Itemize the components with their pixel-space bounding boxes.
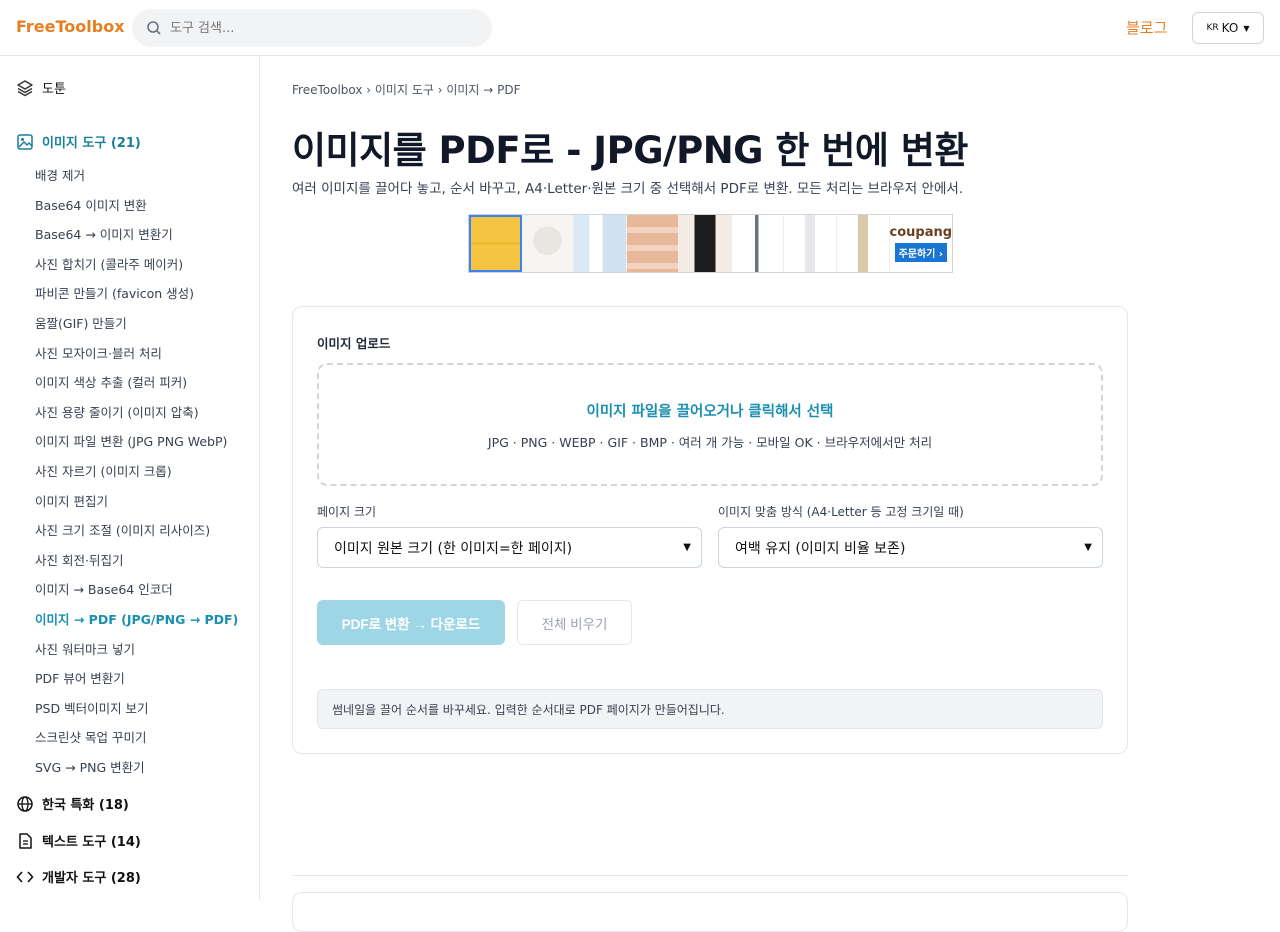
language-label: KO — [1221, 21, 1239, 35]
image-tools-list: 배경 제거 Base64 이미지 변환 Base64 → 이미지 변환기 사진 … — [35, 161, 238, 782]
ad-product-image[interactable] — [784, 215, 837, 272]
breadcrumb[interactable]: FreeToolbox › 이미지 도구 › 이미지 → PDF — [292, 81, 521, 98]
page-size-select[interactable]: 이미지 원본 크기 (한 이미지=한 페이지) ▼ — [317, 527, 702, 568]
search-input[interactable] — [170, 20, 470, 36]
document-icon — [19, 832, 32, 849]
ad-product-image[interactable] — [469, 215, 522, 272]
ad-product-image[interactable] — [521, 215, 575, 272]
search-box[interactable] — [132, 9, 492, 47]
next-section-card — [292, 892, 1128, 932]
sidebar-item-convert[interactable]: 이미지 파일 변환 (JPG PNG WebP) — [35, 427, 238, 457]
page-size-value: 이미지 원본 크기 (한 이미지=한 페이지) — [334, 540, 573, 557]
section-divider — [292, 875, 1128, 876]
upload-dropzone[interactable]: 이미지 파일을 끌어오거나 클릭해서 선택 JPG · PNG · WEBP ·… — [317, 363, 1103, 486]
fit-mode-select[interactable]: 여백 유지 (이미지 비율 보존) ▼ — [718, 527, 1103, 568]
ad-product-image[interactable] — [626, 215, 680, 272]
sidebar-item-psd-viewer[interactable]: PSD 벡터이미지 보기 — [35, 694, 238, 724]
main-content: FreeToolbox › 이미지 도구 › 이미지 → PDF 이미지를 PD… — [292, 56, 1128, 932]
info-note: 썸네일을 끌어 순서를 바꾸세요. 입력한 순서대로 PDF 페이지가 만들어집… — [317, 689, 1103, 729]
category-label: 한국 특화 (18) — [42, 798, 129, 813]
fit-mode-value: 여백 유지 (이미지 비율 보존) — [735, 540, 906, 557]
sidebar: 도툰 이미지 도구 (21) 배경 제거 Base64 이미지 변환 Base6… — [0, 56, 260, 900]
chevron-down-icon: ▼ — [1084, 542, 1092, 553]
sidebar-item-base64-to-image[interactable]: Base64 → 이미지 변환기 — [35, 220, 238, 250]
category-text-tools[interactable]: 텍스트 도구 (14) — [16, 831, 141, 850]
sidebar-item-favicon[interactable]: 파비콘 만들기 (favicon 생성) — [35, 279, 238, 309]
converter-card: 이미지 업로드 이미지 파일을 끌어오거나 클릭해서 선택 JPG · PNG … — [292, 306, 1128, 754]
dropzone-subtitle: JPG · PNG · WEBP · GIF · BMP · 여러 개 가능 ·… — [487, 435, 933, 450]
page-description: 여러 이미지를 끌어다 놓고, 순서 바꾸고, A4·Letter·원본 크기 … — [292, 181, 964, 197]
top-header: FreeToolbox 블로그 KR KO ▼ — [0, 0, 1280, 56]
dropzone-title: 이미지 파일을 끌어오거나 클릭해서 선택 — [586, 404, 834, 420]
page-size-label: 페이지 크기 — [317, 505, 377, 519]
caret-down-icon: ▼ — [1243, 23, 1250, 33]
sidebar-item-top[interactable]: 도툰 — [16, 78, 66, 97]
sidebar-item-collage[interactable]: 사진 합치기 (콜라주 메이커) — [35, 250, 238, 280]
convert-download-button[interactable]: PDF로 변환 → 다운로드 — [317, 600, 505, 645]
ad-banner[interactable]: coupang 주문하기 › — [468, 214, 953, 273]
ad-coupang[interactable]: coupang 주문하기 › — [889, 215, 953, 272]
search-icon — [147, 21, 161, 35]
sidebar-item-mockup[interactable]: 스크린샷 목업 꾸미기 — [35, 723, 238, 753]
sidebar-item-image-to-base64[interactable]: 이미지 → Base64 인코더 — [35, 575, 238, 605]
sidebar-item-gif[interactable]: 움짤(GIF) 만들기 — [35, 309, 238, 339]
page-title: 이미지를 PDF로 - JPG/PNG 한 번에 변환 — [292, 129, 968, 172]
ad-product-image[interactable] — [731, 215, 785, 272]
chevron-down-icon: ▼ — [683, 542, 691, 553]
sidebar-item-base64-image[interactable]: Base64 이미지 변환 — [35, 191, 238, 221]
sidebar-item-color-picker[interactable]: 이미지 색상 추출 (컬러 피커) — [35, 368, 238, 398]
sidebar-item-crop[interactable]: 사진 자르기 (이미지 크롭) — [35, 457, 238, 487]
sidebar-item-svg-to-png[interactable]: SVG → PNG 변환기 — [35, 753, 238, 783]
sidebar-item-resize[interactable]: 사진 크기 조절 (이미지 리사이즈) — [35, 516, 238, 546]
sidebar-item-editor[interactable]: 이미지 편집기 — [35, 487, 238, 517]
sidebar-item-mosaic[interactable]: 사진 모자이크·블러 처리 — [35, 339, 238, 369]
sidebar-item-watermark[interactable]: 사진 워터마크 넣기 — [35, 635, 238, 665]
sidebar-item-compress[interactable]: 사진 용량 줄이기 (이미지 압축) — [35, 398, 238, 428]
language-selector[interactable]: KR KO ▼ — [1192, 12, 1264, 44]
fit-mode-label: 이미지 맞춤 방식 (A4·Letter 등 고정 크기일 때) — [718, 505, 964, 519]
sidebar-item-remove-bg[interactable]: 배경 제거 — [35, 161, 238, 191]
layers-icon — [17, 79, 33, 96]
sidebar-item-rotate[interactable]: 사진 회전·뒤집기 — [35, 546, 238, 576]
globe-icon — [17, 795, 33, 812]
ad-product-image[interactable] — [679, 215, 732, 272]
blog-link[interactable]: 블로그 — [1126, 17, 1167, 38]
category-label: 이미지 도구 (21) — [42, 136, 141, 151]
category-image-tools[interactable]: 이미지 도구 (21) — [16, 132, 141, 151]
sidebar-item-label: 도툰 — [42, 82, 66, 97]
sidebar-item-pdf-viewer[interactable]: PDF 뷰어 변환기 — [35, 664, 238, 694]
site-logo[interactable]: FreeToolbox — [16, 17, 125, 36]
clear-all-button[interactable]: 전체 비우기 — [517, 600, 632, 645]
flag-icon: KR — [1206, 23, 1219, 33]
ad-order-button[interactable]: 주문하기 › — [894, 243, 947, 262]
category-label: 개발자 도구 (28) — [42, 871, 141, 886]
code-icon — [16, 870, 34, 883]
category-dev-tools[interactable]: 개발자 도구 (28) — [16, 867, 141, 886]
category-korea[interactable]: 한국 특화 (18) — [16, 794, 129, 813]
ad-product-image[interactable] — [574, 215, 627, 272]
ad-brand: coupang — [889, 225, 953, 240]
ad-product-image[interactable] — [836, 215, 890, 272]
category-label: 텍스트 도구 (14) — [42, 835, 141, 850]
upload-label: 이미지 업로드 — [317, 336, 391, 351]
image-icon — [17, 133, 33, 150]
sidebar-item-image-to-pdf[interactable]: 이미지 → PDF (JPG/PNG → PDF) — [35, 605, 238, 635]
